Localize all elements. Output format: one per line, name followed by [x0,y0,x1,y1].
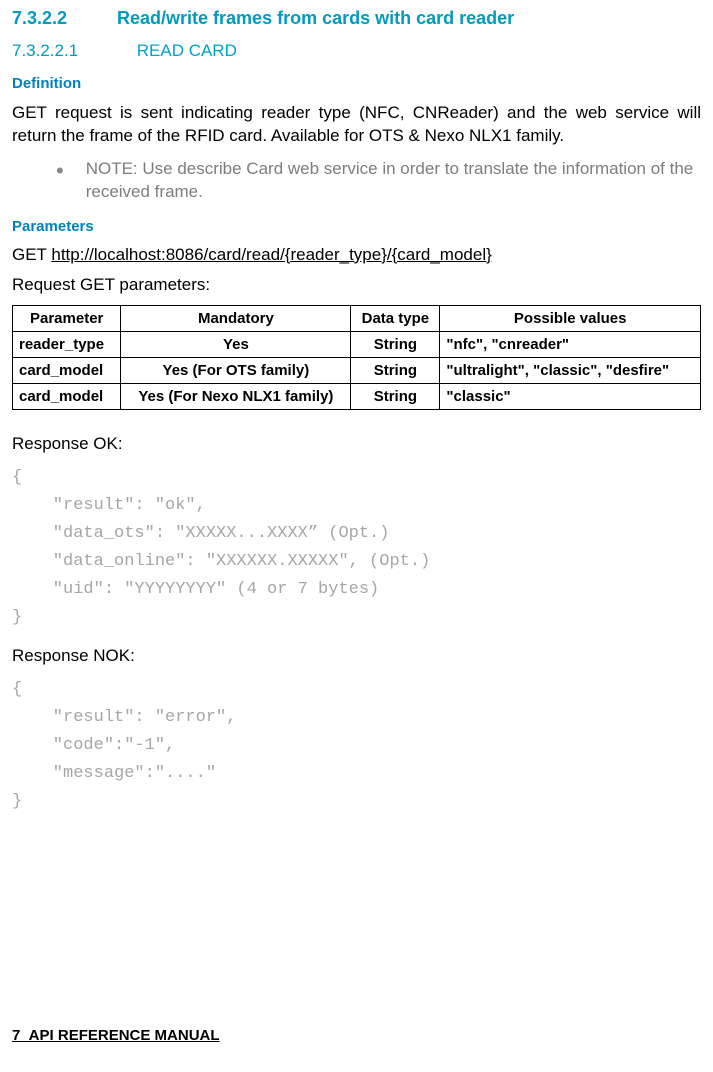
cell-pvals: "classic" [440,383,701,409]
cell-mandatory: Yes (For Nexo NLX1 family) [121,383,351,409]
section-number: 7.3.2.2 [12,8,112,29]
bullet-icon: • [56,160,64,204]
th-datatype: Data type [351,305,440,331]
parameters-heading: Parameters [12,218,701,235]
cell-mandatory: Yes (For OTS family) [121,357,351,383]
subsection-title: READ CARD [137,41,237,60]
cell-pvals: "ultralight", "classic", "desfire" [440,357,701,383]
table-row: card_model Yes (For OTS family) String "… [13,357,701,383]
subsection-number: 7.3.2.2.1 [12,41,132,61]
response-ok-label: Response OK: [12,434,701,454]
table-row: card_model Yes (For Nexo NLX1 family) St… [13,383,701,409]
note-block: • NOTE: Use describe Card web service in… [12,158,701,204]
definition-body: GET request is sent indicating reader ty… [12,102,701,148]
get-request-line: GET http://localhost:8086/card/read/{rea… [12,245,701,265]
cell-pvals: "nfc", "cnreader" [440,331,701,357]
cell-datatype: String [351,357,440,383]
get-url: http://localhost:8086/card/read/{reader_… [51,245,491,264]
request-params-label: Request GET parameters: [12,275,701,295]
note-text: NOTE: Use describe Card web service in o… [86,158,701,204]
cell-param: card_model [13,383,121,409]
response-nok-code: { "result": "error", "code":"-1", "messa… [12,676,701,816]
table-row: reader_type Yes String "nfc", "cnreader" [13,331,701,357]
cell-mandatory: Yes [121,331,351,357]
section-title: Read/write frames from cards with card r… [117,8,514,28]
cell-param: card_model [13,357,121,383]
th-mandatory: Mandatory [121,305,351,331]
cell-param: reader_type [13,331,121,357]
response-ok-code: { "result": "ok", "data_ots": "XXXXX...X… [12,464,701,632]
get-label: GET [12,245,51,264]
section-heading-7-3-2-2-1: 7.3.2.2.1 READ CARD [12,41,701,61]
cell-datatype: String [351,383,440,409]
section-heading-7-3-2-2: 7.3.2.2 Read/write frames from cards wit… [12,8,701,29]
th-parameter: Parameter [13,305,121,331]
parameters-table: Parameter Mandatory Data type Possible v… [12,305,701,410]
footer-title: 7_API REFERENCE MANUAL [12,1027,220,1044]
definition-heading: Definition [12,75,701,92]
th-possible-values: Possible values [440,305,701,331]
cell-datatype: String [351,331,440,357]
response-nok-label: Response NOK: [12,646,701,666]
table-header-row: Parameter Mandatory Data type Possible v… [13,305,701,331]
